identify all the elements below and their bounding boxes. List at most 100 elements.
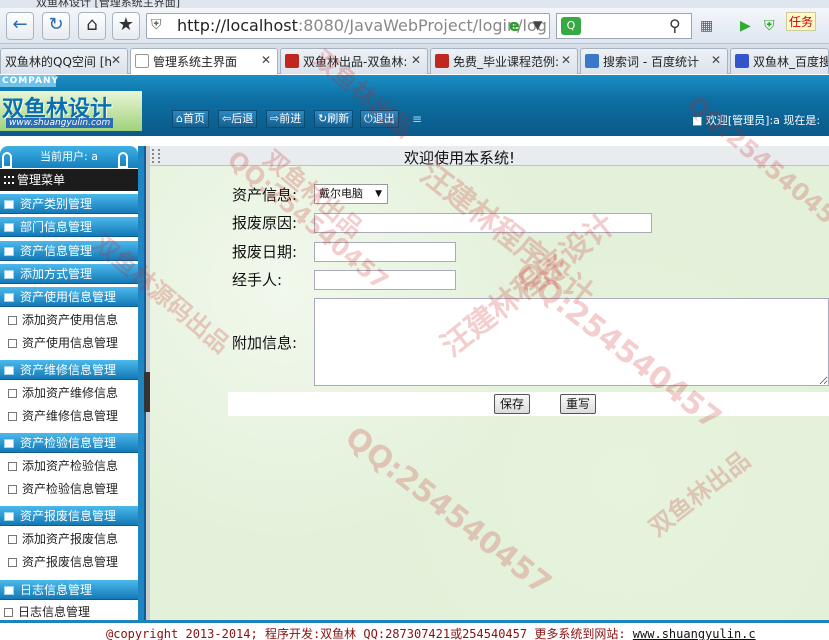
sidebar: 当前用户: a 管理菜单 资产类别管理 部门信息管理 资产信息管理 添加方式管理… xyxy=(0,146,146,620)
folder-icon xyxy=(4,366,14,375)
arrow-right-icon: ⇨ xyxy=(270,112,280,125)
document-icon xyxy=(8,412,17,421)
address-bar[interactable]: ⛨ http://localhost:8080/JavaWebProject/l… xyxy=(146,13,550,39)
close-icon[interactable]: ✕ xyxy=(111,53,121,67)
tab-baidu-stats[interactable]: 搜索词 - 百度统计 ✕ xyxy=(580,48,728,74)
chevron-down-icon: ▼ xyxy=(375,189,382,199)
tab-shuangyulin[interactable]: 双鱼林出品-双鱼林: ✕ xyxy=(280,48,428,74)
date-label: 报废日期: xyxy=(232,243,298,261)
menu-group-asset-scrap[interactable]: 资产报废信息管理 xyxy=(0,506,138,526)
tab-free-course[interactable]: 免费_毕业课程范例: ✕ xyxy=(430,48,578,74)
date-input[interactable] xyxy=(314,242,456,262)
tab-bar: 双鱼林的QQ空间 [h ✕ 管理系统主界面 ✕ 双鱼林出品-双鱼林: ✕ 免费_… xyxy=(0,44,829,74)
nav-home-button[interactable]: ⌂首页 xyxy=(172,110,209,128)
asset-select-value: 戴尔电脑 xyxy=(319,187,363,200)
close-icon[interactable]: ✕ xyxy=(411,53,421,67)
folder-icon xyxy=(4,223,14,232)
menu-group-label: 资产类别管理 xyxy=(20,197,93,211)
security-icon[interactable]: ⛨ xyxy=(764,18,775,34)
reason-input[interactable] xyxy=(314,213,652,233)
menu-group-asset-category[interactable]: 资产类别管理 xyxy=(0,194,138,214)
pin-icon xyxy=(2,152,12,168)
menu-group-asset-repair[interactable]: 资产维修信息管理 xyxy=(0,360,138,380)
document-icon xyxy=(8,462,17,471)
tab-label: 双鱼林出品-双鱼林: xyxy=(303,55,408,69)
ie-compat-icon[interactable]: e xyxy=(509,16,520,35)
extra-label: 附加信息: xyxy=(232,334,298,352)
chevron-down-icon[interactable]: ▼ xyxy=(533,18,542,32)
nav-label: 后退 xyxy=(231,112,254,125)
handler-label: 经手人: xyxy=(232,271,283,289)
menu-group-log[interactable]: 日志信息管理 xyxy=(0,580,138,600)
search-engine-icon[interactable]: Q xyxy=(561,17,581,35)
refresh-icon: ↻ xyxy=(318,112,328,125)
menu-item-add-repair[interactable]: 添加资产维修信息 xyxy=(0,382,138,405)
tab-label: 搜索词 - 百度统计 xyxy=(603,55,699,69)
menu-item-add-usage[interactable]: 添加资产使用信息 xyxy=(0,309,138,332)
asset-select[interactable]: 戴尔电脑 ▼ xyxy=(314,184,388,204)
menu-item-label: 添加资产使用信息 xyxy=(22,313,119,327)
menu-group-asset-usage[interactable]: 资产使用信息管理 xyxy=(0,287,138,307)
star-icon[interactable]: ★ xyxy=(112,12,140,40)
menu-group-department[interactable]: 部门信息管理 xyxy=(0,217,138,237)
menu-group-label: 资产检验信息管理 xyxy=(20,436,117,450)
footer-bar: @copyright 2013-2014; 程序开发:双鱼林 QQ:287307… xyxy=(0,623,829,640)
menu-item-label: 资产报废信息管理 xyxy=(22,555,119,569)
reload-icon[interactable]: ↻ xyxy=(42,12,70,40)
nav-forward-button[interactable]: ⇨前进 xyxy=(266,110,306,128)
current-user-label: 当前用户: a xyxy=(40,150,98,163)
back-icon[interactable]: ← xyxy=(6,12,34,40)
url-host: http://localhost xyxy=(177,16,298,35)
menu-item-manage-usage[interactable]: 资产使用信息管理 xyxy=(0,332,138,355)
tab-qq-space[interactable]: 双鱼林的QQ空间 [h ✕ xyxy=(0,48,128,74)
user-badge[interactable]: 任务 xyxy=(786,12,817,31)
main-content: 欢迎使用本系统! 资产信息: 戴尔电脑 ▼ 报废原因: 报废日期: 经手人: 附… xyxy=(150,146,829,620)
menu-item-manage-repair[interactable]: 资产维修信息管理 xyxy=(0,405,138,428)
home-icon: ⌂ xyxy=(176,112,183,125)
paw-favicon-icon xyxy=(735,54,749,68)
save-button[interactable]: 保存 xyxy=(494,394,531,414)
power-icon: ⏻ xyxy=(364,112,373,125)
media-icon[interactable]: ▶ xyxy=(740,18,751,34)
document-icon xyxy=(4,608,13,617)
nav-refresh-button[interactable]: ↻刷新 xyxy=(314,110,354,128)
handler-input[interactable] xyxy=(314,270,456,290)
search-icon[interactable]: ⚲ xyxy=(669,16,681,35)
close-icon[interactable]: ✕ xyxy=(261,53,271,67)
nav-back-button[interactable]: ⇦后退 xyxy=(218,110,258,128)
tab-main-interface[interactable]: 管理系统主界面 ✕ xyxy=(130,48,278,74)
tab-baidu-search[interactable]: 双鱼林_百度搜 xyxy=(730,48,829,74)
menu-item-manage-scrap[interactable]: 资产报废信息管理 xyxy=(0,551,138,574)
menu-item-manage-inspection[interactable]: 资产检验信息管理 xyxy=(0,478,138,501)
menu-group-asset-info[interactable]: 资产信息管理 xyxy=(0,241,138,261)
menu-group-label: 部门信息管理 xyxy=(20,220,93,234)
nav-label: 首页 xyxy=(182,112,205,125)
reason-label: 报废原因: xyxy=(232,214,298,232)
menu-title-label: 管理菜单 xyxy=(17,173,66,187)
tab-label: 免费_毕业课程范例: xyxy=(453,55,560,69)
current-user-banner: 当前用户: a xyxy=(0,146,138,168)
close-icon[interactable]: ✕ xyxy=(711,53,721,67)
search-input[interactable]: Q ⚲ xyxy=(556,13,692,39)
menu-item-label: 添加资产检验信息 xyxy=(22,459,119,473)
footer: @copyright 2013-2014; 程序开发:双鱼林 QQ:287307… xyxy=(0,620,829,640)
nav-exit-button[interactable]: ⏻退出 xyxy=(360,110,399,128)
nav-label: 退出 xyxy=(372,112,395,125)
menu-group-add-method[interactable]: 添加方式管理 xyxy=(0,264,138,284)
apps-icon[interactable]: ▦ xyxy=(700,18,713,34)
menu-item-add-inspection[interactable]: 添加资产检验信息 xyxy=(0,455,138,478)
welcome-text: ■ 欢迎[管理员]:a 现在是: xyxy=(692,114,821,127)
tab-label: 管理系统主界面 xyxy=(153,55,238,69)
menu-item-add-scrap[interactable]: 添加资产报废信息 xyxy=(0,528,138,551)
url-text[interactable]: http://localhost:8080/JavaWebProject/log… xyxy=(177,16,547,35)
app-header: COMPANY 双鱼林设计 www.shuangyulin.com ⌂首页 ⇦后… xyxy=(0,75,829,136)
extra-textarea[interactable] xyxy=(314,298,829,386)
menu-title: 管理菜单 xyxy=(0,169,138,191)
footer-website-link[interactable]: www.shuangyulin.c xyxy=(633,627,756,640)
close-icon[interactable]: ✕ xyxy=(561,53,571,67)
home-icon[interactable]: ⌂ xyxy=(78,12,106,40)
tab-label: 双鱼林_百度搜 xyxy=(753,55,829,69)
footer-copyright-text: @copyright 2013-2014; 程序开发:双鱼林 QQ:287307… xyxy=(106,627,633,640)
reset-button[interactable]: 重写 xyxy=(560,394,597,414)
menu-group-asset-inspection[interactable]: 资产检验信息管理 xyxy=(0,433,138,453)
